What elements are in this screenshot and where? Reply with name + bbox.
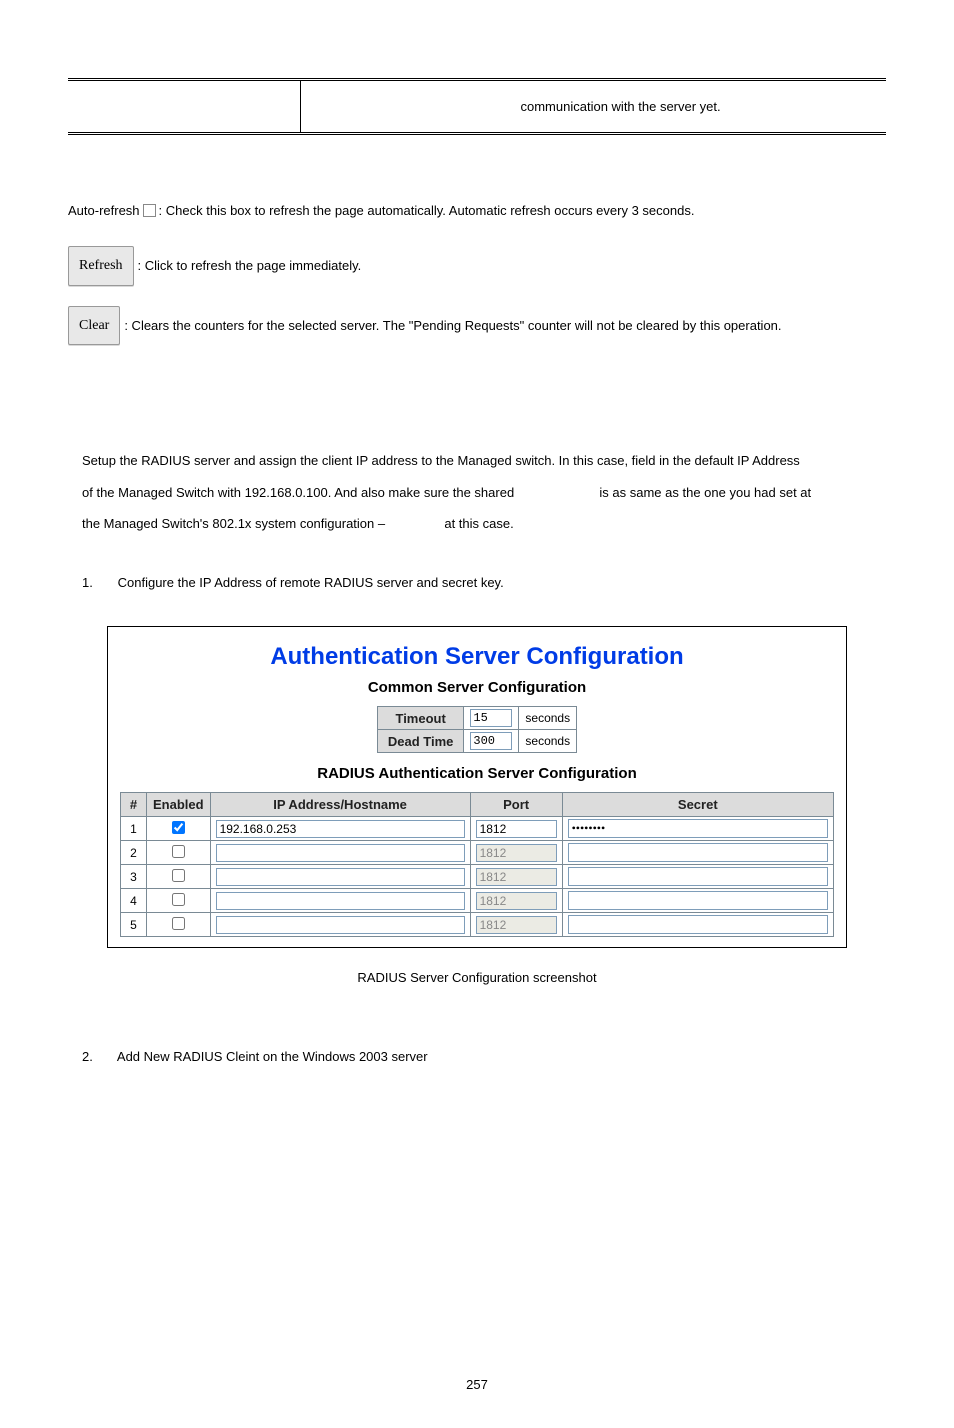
hdr-secret: Secret (562, 793, 833, 817)
row-enabled-checkbox[interactable] (172, 845, 185, 858)
setup-line2b: is as same as the one you had set at (599, 485, 811, 500)
row-host-input[interactable] (216, 820, 465, 838)
checkbox-icon (143, 204, 156, 217)
hdr-num: # (121, 793, 147, 817)
table-row: 2 (121, 841, 834, 865)
setup-line3b: at this case. (444, 516, 513, 531)
top-right-cell: communication with the server yet. (300, 80, 886, 134)
figure-title: Authentication Server Configuration (120, 643, 834, 671)
deadtime-input[interactable] (470, 732, 512, 750)
deadtime-unit: seconds (519, 730, 577, 753)
row-num: 2 (121, 841, 147, 865)
row-enabled-checkbox[interactable] (172, 917, 185, 930)
step-1-text: Configure the IP Address of remote RADIU… (118, 575, 504, 590)
row-host-input[interactable] (216, 892, 465, 910)
figure-subtitle-1: Common Server Configuration (120, 679, 834, 696)
auto-refresh-prefix: Auto-refresh (68, 195, 140, 226)
step-2-num: 2. (82, 1041, 114, 1072)
table-row: 1 (121, 817, 834, 841)
timeout-unit: seconds (519, 707, 577, 730)
table-row: 4 (121, 889, 834, 913)
row-num: 4 (121, 889, 147, 913)
figure-subtitle-2: RADIUS Authentication Server Configurati… (120, 765, 834, 782)
step-1: 1. Configure the IP Address of remote RA… (82, 567, 886, 598)
setup-paragraph: Setup the RADIUS server and assign the c… (82, 445, 886, 539)
refresh-button-image: Refresh (68, 246, 134, 286)
row-host-input[interactable] (216, 868, 465, 886)
table-row: 5 (121, 913, 834, 937)
row-host-input[interactable] (216, 916, 465, 934)
figure-caption: RADIUS Server Configuration screenshot (68, 970, 886, 985)
row-port-input[interactable] (476, 916, 557, 934)
step-1-num: 1. (82, 567, 114, 598)
setup-line2a: of the Managed Switch with 192.168.0.100… (82, 485, 518, 500)
row-secret-input[interactable] (568, 867, 828, 886)
timeout-input[interactable] (470, 709, 512, 727)
buttons-description: Auto-refresh : Check this box to refresh… (68, 195, 886, 345)
table-row: 3 (121, 865, 834, 889)
row-port-input[interactable] (476, 868, 557, 886)
row-num: 5 (121, 913, 147, 937)
step-2-text: Add New RADIUS Cleint on the Windows 200… (117, 1049, 428, 1064)
auto-refresh-desc: : Check this box to refresh the page aut… (159, 195, 695, 226)
hdr-enabled: Enabled (147, 793, 211, 817)
page-number: 257 (0, 1377, 954, 1392)
row-secret-input[interactable] (568, 819, 828, 838)
row-enabled-checkbox[interactable] (172, 869, 185, 882)
hdr-port: Port (470, 793, 562, 817)
common-server-table: Timeout seconds Dead Time seconds (377, 706, 577, 753)
row-num: 3 (121, 865, 147, 889)
row-secret-input[interactable] (568, 915, 828, 934)
clear-desc: : Clears the counters for the selected s… (124, 310, 781, 341)
row-port-input[interactable] (476, 892, 557, 910)
step-2: 2. Add New RADIUS Cleint on the Windows … (82, 1041, 886, 1072)
row-num: 1 (121, 817, 147, 841)
row-port-input[interactable] (476, 820, 557, 838)
hdr-host: IP Address/Hostname (210, 793, 470, 817)
row-host-input[interactable] (216, 844, 465, 862)
radius-config-screenshot: Authentication Server Configuration Comm… (107, 626, 847, 948)
refresh-desc: : Click to refresh the page immediately. (138, 250, 362, 281)
deadtime-label: Dead Time (377, 730, 464, 753)
row-secret-input[interactable] (568, 891, 828, 910)
row-secret-input[interactable] (568, 843, 828, 862)
top-left-cell (68, 80, 300, 134)
setup-line1: Setup the RADIUS server and assign the c… (82, 445, 886, 476)
timeout-label: Timeout (377, 707, 464, 730)
setup-line3a: the Managed Switch's 802.1x system confi… (82, 516, 389, 531)
radius-server-table: # Enabled IP Address/Hostname Port Secre… (120, 792, 834, 937)
row-enabled-checkbox[interactable] (172, 893, 185, 906)
clear-button-image: Clear (68, 306, 120, 346)
row-enabled-checkbox[interactable] (172, 821, 185, 834)
top-info-table: communication with the server yet. (68, 78, 886, 135)
row-port-input[interactable] (476, 844, 557, 862)
